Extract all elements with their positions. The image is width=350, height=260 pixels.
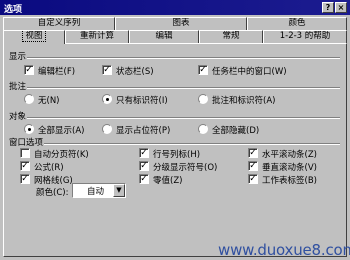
headers-checkbox[interactable]: ✓ xyxy=(139,148,149,158)
tab-edit[interactable]: 编辑 xyxy=(129,30,199,43)
tab-chart[interactable]: 图表 xyxy=(115,17,247,30)
gridlines-checkbox[interactable]: ✓ xyxy=(20,174,30,184)
tab-custom-lists[interactable]: 自定义序列 xyxy=(3,17,115,30)
show-divider xyxy=(8,57,340,59)
objects-group-title: 对象 xyxy=(8,110,28,122)
objects-placeholders-label: 显示占位符(P) xyxy=(116,126,171,136)
tab-calculation[interactable]: 重新计算 xyxy=(65,30,129,43)
status-bar-label: 状态栏(S) xyxy=(116,67,154,77)
zero-values-checkbox[interactable]: ✓ xyxy=(139,174,149,184)
horizontal-scrollbar-label: 水平滚动条(Z) xyxy=(262,150,317,160)
tab-color[interactable]: 颜色 xyxy=(247,17,347,30)
objects-hide-all-label: 全部隐藏(D) xyxy=(212,126,260,136)
watermark-text: www.duoxue8.com xyxy=(218,241,350,259)
objects-show-all-radio[interactable] xyxy=(24,124,34,134)
taskbar-windows-label: 任务栏中的窗口(W) xyxy=(212,67,287,77)
view-panel: 显示 ✓ 编辑栏(F) ✓ 状态栏(S) ✓ 任务栏中的窗口(W) 批注 无(N… xyxy=(3,43,347,257)
headers-label: 行号列标(H) xyxy=(153,150,201,160)
status-bar-checkbox[interactable]: ✓ xyxy=(102,65,112,75)
comments-and-indicator-radio[interactable] xyxy=(198,94,208,104)
window-options-divider xyxy=(8,143,340,145)
comments-divider xyxy=(8,87,340,89)
formula-bar-label: 编辑栏(F) xyxy=(38,67,76,77)
horizontal-scrollbar-checkbox[interactable]: ✓ xyxy=(248,148,258,158)
objects-show-all-label: 全部显示(A) xyxy=(38,126,85,136)
close-button[interactable]: × xyxy=(335,2,347,13)
vertical-scrollbar-checkbox[interactable]: ✓ xyxy=(248,161,258,171)
comments-none-label: 无(N) xyxy=(38,96,60,106)
page-breaks-label: 自动分页符(K) xyxy=(34,150,89,160)
tab-transition[interactable]: 1-2-3 的帮助 xyxy=(263,30,347,43)
taskbar-windows-checkbox[interactable]: ✓ xyxy=(198,65,208,75)
comments-indicator-radio[interactable] xyxy=(102,94,112,104)
outline-symbols-label: 分级显示符号(O) xyxy=(153,163,218,173)
comments-group-title: 批注 xyxy=(8,80,28,92)
page-breaks-checkbox[interactable] xyxy=(20,148,30,158)
objects-hide-all-radio[interactable] xyxy=(198,124,208,134)
help-button[interactable]: ? xyxy=(322,2,334,13)
objects-placeholders-radio[interactable] xyxy=(102,124,112,134)
formulas-checkbox[interactable]: ✓ xyxy=(20,161,30,171)
comments-indicator-label: 只有标识符(I) xyxy=(116,96,168,106)
gridline-color-select[interactable]: 自动 ▼ xyxy=(72,183,126,198)
zero-values-label: 零值(Z) xyxy=(153,176,183,186)
gridline-color-value: 自动 xyxy=(87,187,105,197)
tab-view[interactable]: 视图 xyxy=(3,30,65,44)
sheet-tabs-label: 工作表标签(B) xyxy=(262,176,317,186)
window-title: 选项 xyxy=(4,5,23,15)
sheet-tabs-checkbox[interactable]: ✓ xyxy=(248,174,258,184)
window-options-group-title: 窗口选项 xyxy=(8,136,45,148)
gridlines-label: 网格线(G) xyxy=(34,176,73,186)
formula-bar-checkbox[interactable]: ✓ xyxy=(24,65,34,75)
chevron-down-icon[interactable]: ▼ xyxy=(113,184,125,197)
objects-divider xyxy=(8,117,340,119)
title-bar: 选项 ? × xyxy=(0,0,350,15)
comments-and-indicator-label: 批注和标识符(A) xyxy=(212,96,276,106)
formulas-label: 公式(R) xyxy=(34,163,64,173)
comments-none-radio[interactable] xyxy=(24,94,34,104)
tab-general[interactable]: 常规 xyxy=(199,30,263,43)
vertical-scrollbar-label: 垂直滚动条(V) xyxy=(262,163,317,173)
show-group-title: 显示 xyxy=(8,50,28,62)
outline-symbols-checkbox[interactable]: ✓ xyxy=(139,161,149,171)
gridline-color-label: 颜色(C): xyxy=(36,188,69,198)
